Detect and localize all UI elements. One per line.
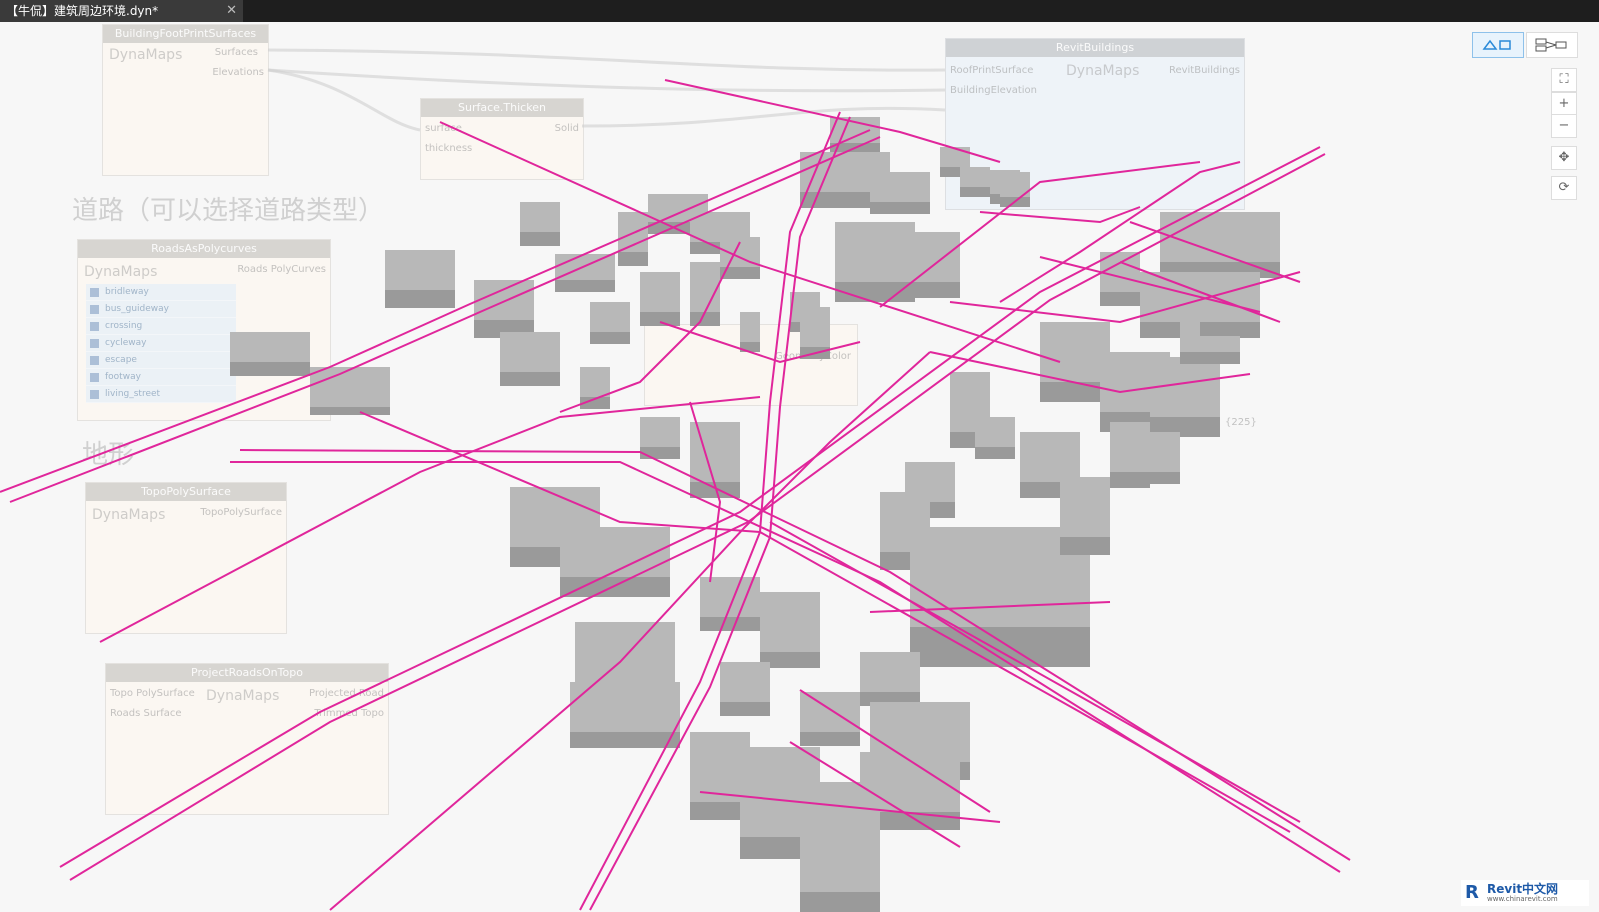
building <box>1060 477 1110 555</box>
pan-icon: ✥ <box>1558 150 1570 165</box>
building <box>800 782 880 912</box>
buildings-layer <box>230 117 1280 912</box>
building <box>385 250 455 308</box>
close-tab-icon[interactable]: ✕ <box>226 0 237 22</box>
building <box>900 232 960 298</box>
building <box>960 167 990 197</box>
minus-icon: − <box>1558 118 1570 133</box>
building <box>640 272 680 326</box>
plus-icon: + <box>1558 96 1570 111</box>
zoom-in-button[interactable]: + <box>1551 92 1577 116</box>
orbit-button[interactable]: ⟳ <box>1551 176 1577 200</box>
building <box>230 332 310 376</box>
building <box>618 212 648 266</box>
building <box>740 312 760 352</box>
graph-view-toggle[interactable] <box>1526 32 1578 58</box>
zoom-to-fit-button[interactable]: ⛶ <box>1551 68 1577 92</box>
building <box>800 692 860 746</box>
building <box>975 417 1015 459</box>
graph-view-icon <box>1535 38 1567 52</box>
watermark-url: www.chinarevit.com <box>1487 895 1558 903</box>
pan-button[interactable]: ✥ <box>1551 146 1577 170</box>
3d-view-toggle[interactable] <box>1472 32 1524 58</box>
file-tab-title: 【牛侃】建筑周边环境.dyn* <box>6 4 159 18</box>
3d-geometry-preview[interactable] <box>0 22 1599 912</box>
building <box>860 652 920 706</box>
revit-logo-icon: R <box>1465 882 1479 903</box>
building <box>870 172 930 214</box>
workspace-canvas[interactable]: BuildingFootPrintSurfaces DynaMaps Surfa… <box>0 22 1599 912</box>
building <box>1100 252 1140 306</box>
building <box>690 262 720 326</box>
orbit-icon: ⟳ <box>1558 180 1570 195</box>
file-tab[interactable]: 【牛侃】建筑周边环境.dyn* ✕ <box>0 0 243 22</box>
watermark: R Revit中文网 www.chinarevit.com <box>1461 880 1589 906</box>
zoom-fit-icon: ⛶ <box>1559 72 1569 87</box>
tab-bar: 【牛侃】建筑周边环境.dyn* ✕ <box>0 0 1599 22</box>
building <box>520 202 560 246</box>
building <box>1140 432 1180 484</box>
building <box>310 367 390 415</box>
3d-view-icon <box>1482 39 1511 50</box>
building <box>500 332 560 386</box>
building <box>590 302 630 344</box>
zoom-out-button[interactable]: − <box>1551 114 1577 138</box>
building <box>1040 322 1110 402</box>
building <box>555 254 615 292</box>
building <box>640 417 680 459</box>
building <box>760 592 820 668</box>
building <box>720 662 770 716</box>
building <box>1150 357 1220 437</box>
